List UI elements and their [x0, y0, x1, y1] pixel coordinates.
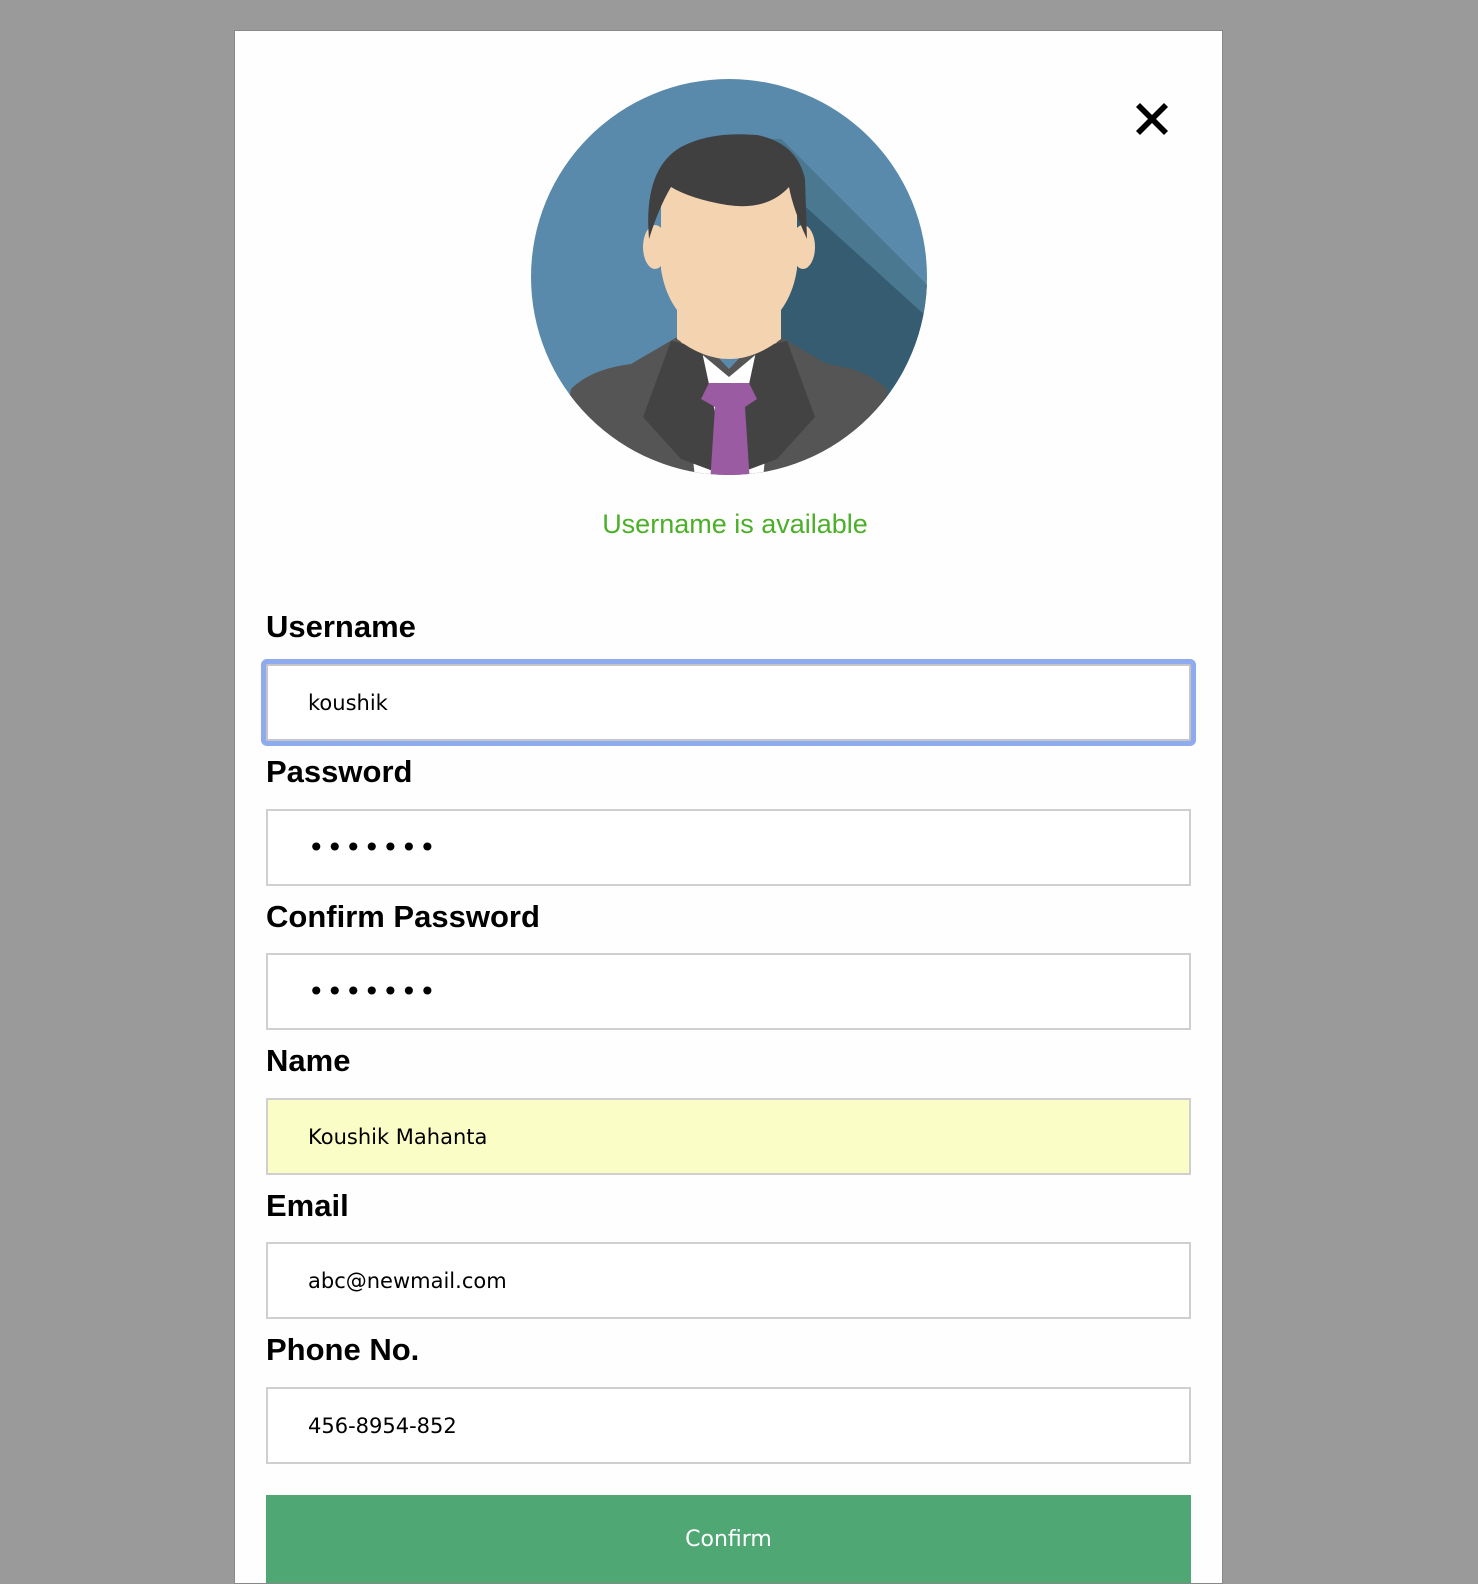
phone-input[interactable] — [266, 1387, 1191, 1464]
name-input[interactable] — [266, 1098, 1191, 1175]
email-input[interactable] — [266, 1242, 1191, 1319]
email-label: Email — [266, 1188, 349, 1223]
password-input[interactable] — [266, 809, 1191, 886]
name-label: Name — [266, 1043, 351, 1078]
confirm-password-input[interactable] — [266, 953, 1191, 1030]
confirm-button[interactable]: Confirm — [266, 1495, 1191, 1583]
close-icon — [1136, 103, 1168, 135]
password-label: Password — [266, 754, 413, 789]
username-input[interactable] — [266, 664, 1191, 741]
username-status-message: Username is available — [602, 509, 868, 539]
confirm-password-label: Confirm Password — [266, 899, 540, 934]
signup-modal: Username is available Username Password … — [234, 30, 1223, 1584]
phone-label: Phone No. — [266, 1332, 420, 1367]
username-label: Username — [266, 609, 416, 644]
close-button[interactable] — [1130, 97, 1174, 141]
user-avatar-icon — [531, 79, 927, 475]
